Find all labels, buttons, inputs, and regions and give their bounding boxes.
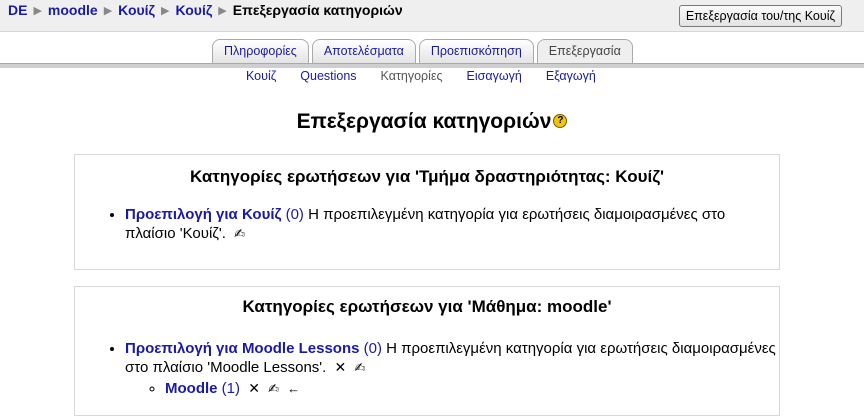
page-title: Επεξεργασία κατηγοριών bbox=[296, 110, 552, 133]
subcategory-list: Moodle (1) ✕ ✍ ← bbox=[125, 379, 779, 398]
section-title: Κατηγορίες ερωτήσεων για 'Μάθημα: moodle… bbox=[242, 297, 612, 316]
category-link[interactable]: Προεπιλογή για Moodle Lessons bbox=[125, 340, 359, 357]
breadcrumb-quizzes[interactable]: Κουίζ bbox=[118, 2, 155, 18]
breadcrumb-quiz[interactable]: Κουίζ bbox=[175, 2, 212, 18]
category-item: Προεπιλογή για Moodle Lessons (0) Η προε… bbox=[125, 339, 779, 398]
category-list: Προεπιλογή για Κουίζ (0) Η προεπιλεγμένη… bbox=[75, 205, 779, 243]
breadcrumb: DE ▶ moodle ▶ Κουίζ ▶ Κουίζ ▶ Επεξεργασία κατηγο… bbox=[8, 2, 403, 18]
breadcrumb-current: Επεξεργασία κατηγοριών bbox=[232, 2, 403, 18]
breadcrumb-arrow-icon: ▶ bbox=[103, 5, 113, 17]
breadcrumb-arrow-icon: ▶ bbox=[33, 5, 42, 17]
subtab-import[interactable]: Εισαγωγή bbox=[467, 69, 522, 83]
move-left-icon[interactable]: ← bbox=[287, 379, 300, 398]
module-categories-box: Κατηγορίες ερωτήσεων για 'Τμήμα δραστηρι… bbox=[74, 154, 780, 270]
breadcrumb-de[interactable]: DE bbox=[8, 2, 27, 18]
subtab-categories[interactable]: Κατηγορίες bbox=[381, 69, 443, 83]
section-title: Κατηγορίες ερωτήσεων για 'Τμήμα δραστηρι… bbox=[189, 167, 665, 186]
subtab-export[interactable]: Εξαγωγή bbox=[546, 69, 596, 83]
page-title-wrap: Επεξεργασία κατηγοριών? bbox=[0, 110, 864, 134]
tab-info[interactable]: Πληροφορίες bbox=[212, 39, 309, 63]
breadcrumb-moodle[interactable]: moodle bbox=[48, 2, 98, 18]
tab-results[interactable]: Αποτελέσματα bbox=[311, 39, 416, 63]
edit-icon[interactable]: ✍ bbox=[268, 379, 279, 398]
breadcrumb-arrow-icon: ▶ bbox=[161, 5, 170, 17]
question-count: (0) bbox=[363, 340, 382, 357]
edit-quiz-button[interactable]: Επεξεργασία του/της Κουίζ bbox=[678, 5, 842, 27]
tab-divider bbox=[0, 63, 864, 68]
help-icon[interactable]: ? bbox=[553, 114, 568, 129]
breadcrumb-arrow-icon: ▶ bbox=[218, 5, 227, 17]
subcategory-link[interactable]: Moodle bbox=[165, 380, 218, 397]
question-count: (0) bbox=[285, 206, 304, 223]
edit-icon[interactable]: ✍ bbox=[234, 224, 245, 243]
subtab-bar: Κουίζ Questions Κατηγορίες Εισαγωγή Εξαγ… bbox=[246, 69, 596, 83]
course-categories-box: Κατηγορίες ερωτήσεων για 'Μάθημα: moodle… bbox=[74, 286, 780, 416]
category-item: Προεπιλογή για Κουίζ (0) Η προεπιλεγμένη… bbox=[125, 205, 779, 243]
subcategory-item: Moodle (1) ✕ ✍ ← bbox=[165, 379, 779, 398]
delete-icon[interactable]: ✕ bbox=[248, 379, 260, 398]
edit-icon[interactable]: ✍ bbox=[354, 358, 365, 377]
tab-bar: Πληροφορίες Αποτελέσματα Προεπισκόπηση Ε… bbox=[0, 39, 864, 69]
category-link[interactable]: Προεπιλογή για Κουίζ bbox=[125, 206, 281, 223]
delete-icon[interactable]: ✕ bbox=[335, 358, 347, 377]
navbar: DE ▶ moodle ▶ Κουίζ ▶ Κουίζ ▶ Επεξεργασία κατηγο… bbox=[0, 0, 864, 32]
tab-edit[interactable]: Επεξεργασία bbox=[536, 39, 633, 64]
subtab-questions[interactable]: Questions bbox=[300, 69, 356, 83]
category-list: Προεπιλογή για Moodle Lessons (0) Η προε… bbox=[75, 339, 779, 398]
subtab-quiz[interactable]: Κουίζ bbox=[246, 69, 276, 83]
tab-preview[interactable]: Προεπισκόπηση bbox=[418, 39, 534, 63]
question-count: (1) bbox=[221, 380, 241, 397]
